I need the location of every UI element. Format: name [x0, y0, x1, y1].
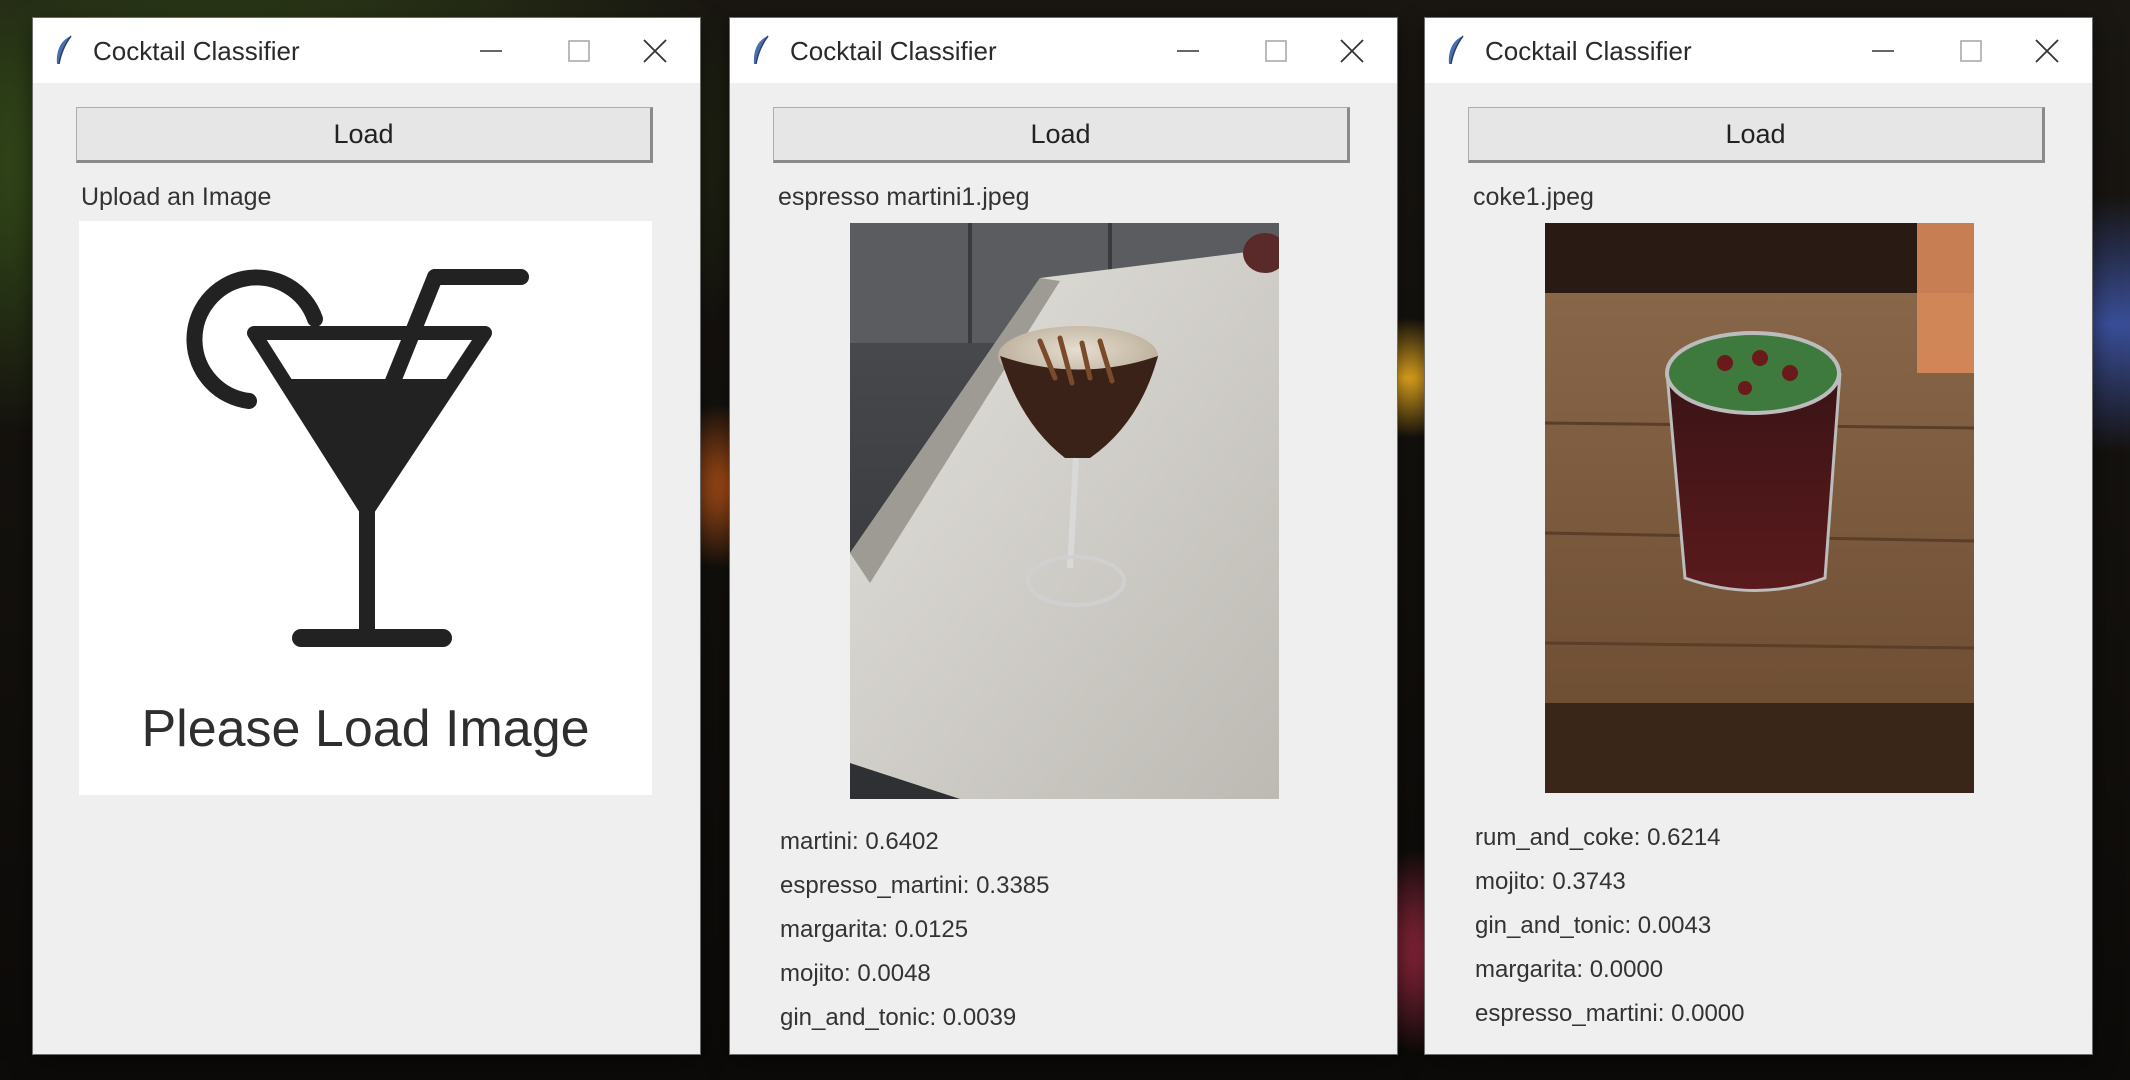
minimize-button[interactable]	[1153, 18, 1223, 83]
window-title: Cocktail Classifier	[790, 36, 997, 66]
prediction-list: rum_and_coke: 0.6214 mojito: 0.3743 gin_…	[1475, 816, 1744, 1036]
classifier-window-2: Cocktail Classifier Load espresso martin…	[730, 18, 1397, 1054]
file-name-label: espresso martini1.jpeg	[778, 183, 1030, 211]
classifier-window-1: Cocktail Classifier Load Upload an Image…	[33, 18, 700, 1054]
minimize-button[interactable]	[456, 18, 526, 83]
maximize-icon	[1265, 39, 1287, 62]
close-button[interactable]	[620, 18, 690, 83]
prediction-row: gin_and_tonic: 0.0043	[1475, 912, 1712, 939]
prediction-row: espresso_martini: 0.0000	[1475, 1000, 1745, 1027]
prediction-row: margarita: 0.0000	[1475, 956, 1664, 983]
maximize-icon	[568, 39, 590, 62]
close-button[interactable]	[1317, 18, 1387, 83]
title-bar[interactable]: Cocktail Classifier	[730, 18, 1397, 83]
feather-icon	[753, 35, 769, 65]
prediction-row: rum_and_coke: 0.6214	[1475, 824, 1721, 851]
minimize-button[interactable]	[1848, 18, 1918, 83]
title-bar[interactable]: Cocktail Classifier	[1425, 18, 2092, 83]
title-bar[interactable]: Cocktail Classifier	[33, 18, 700, 83]
maximize-button[interactable]	[1241, 18, 1311, 83]
placeholder-image: Please Load Image	[79, 221, 652, 795]
prediction-row: mojito: 0.0048	[780, 960, 931, 987]
feather-icon	[56, 35, 72, 65]
window-title: Cocktail Classifier	[1485, 36, 1692, 66]
espresso-martini-photo	[850, 223, 1279, 799]
prediction-row: margarita: 0.0125	[780, 916, 969, 943]
load-button[interactable]: Load	[1468, 107, 2045, 163]
rum-and-coke-photo	[1545, 223, 1974, 793]
maximize-button[interactable]	[544, 18, 614, 83]
maximize-icon	[1960, 39, 1982, 62]
prediction-row: gin_and_tonic: 0.0039	[780, 1004, 1017, 1031]
prediction-row: martini: 0.6402	[780, 828, 939, 855]
maximize-button[interactable]	[1936, 18, 2006, 83]
minimize-icon	[1872, 49, 1894, 52]
file-name-label: coke1.jpeg	[1473, 183, 1594, 211]
espresso-martini-image	[850, 223, 1279, 799]
prediction-row: mojito: 0.3743	[1475, 868, 1626, 895]
close-icon	[1340, 38, 1364, 63]
rum-and-coke-image	[1545, 223, 1974, 793]
placeholder-text: Please Load Image	[141, 700, 590, 758]
close-icon	[643, 38, 667, 63]
minimize-icon	[1177, 49, 1199, 52]
prediction-list: martini: 0.6402 espresso_martini: 0.3385…	[780, 820, 1049, 1040]
minimize-icon	[480, 49, 502, 52]
prediction-row: espresso_martini: 0.3385	[780, 872, 1050, 899]
window-title: Cocktail Classifier	[93, 36, 300, 66]
load-button[interactable]: Load	[773, 107, 1350, 163]
feather-icon	[1448, 35, 1464, 65]
load-button[interactable]: Load	[76, 107, 653, 163]
close-icon	[2035, 38, 2059, 63]
file-name-label: Upload an Image	[81, 183, 272, 211]
classifier-window-3: Cocktail Classifier Load coke1.jpeg rum_…	[1425, 18, 2092, 1054]
close-button[interactable]	[2012, 18, 2082, 83]
